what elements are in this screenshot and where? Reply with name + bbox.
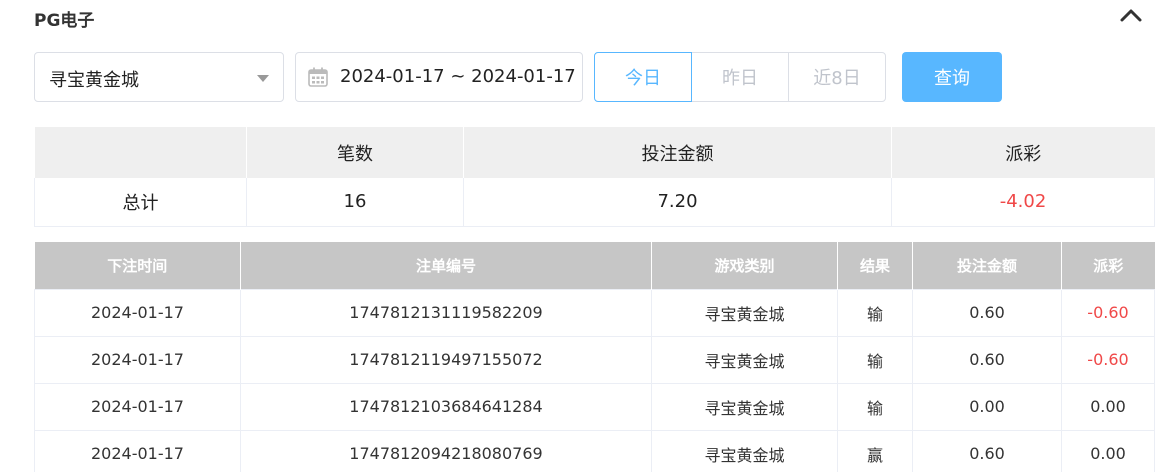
header-game-type: 游戏类别 xyxy=(651,242,838,289)
summary-total-label: 总计 xyxy=(34,178,247,227)
cell-payout: 0.00 xyxy=(1061,429,1155,472)
bet-records-table: 下注时间 注单编号 游戏类别 结果 投注金额 派彩 2024-01-17 174… xyxy=(34,242,1155,472)
section-title: PG电子 xyxy=(34,11,95,31)
date-range-value: 2024-01-17 ~ 2024-01-17 xyxy=(340,66,576,87)
cell-bet: 0.00 xyxy=(912,382,1062,431)
calendar-icon xyxy=(307,66,329,88)
cell-time: 2024-01-17 xyxy=(34,429,241,472)
cell-bet: 0.60 xyxy=(912,429,1062,472)
last-8-days-button[interactable]: 近8日 xyxy=(788,52,886,102)
cell-order-id: 1747812119497155072 xyxy=(240,335,652,384)
cell-time: 2024-01-17 xyxy=(34,382,241,431)
cell-game: 寻宝黄金城 xyxy=(651,429,838,472)
game-select-value: 寻宝黄金城 xyxy=(49,70,139,91)
date-range-picker[interactable]: 2024-01-17 ~ 2024-01-17 xyxy=(295,52,583,102)
table-row: 2024-01-17 1747812094218080769 寻宝黄金城 赢 0… xyxy=(34,429,1155,472)
cell-payout: -0.60 xyxy=(1061,335,1155,384)
header-bet-amount: 投注金额 xyxy=(912,242,1062,289)
query-button[interactable]: 查询 xyxy=(902,52,1002,102)
cell-payout: 0.00 xyxy=(1061,382,1155,431)
header-result: 结果 xyxy=(837,242,913,289)
cell-result: 输 xyxy=(837,288,913,337)
chevron-up-icon[interactable] xyxy=(1118,4,1144,28)
cell-order-id: 1747812131119582209 xyxy=(240,288,652,337)
summary-total-count: 16 xyxy=(246,178,464,227)
summary-total-payout: -4.02 xyxy=(891,178,1155,227)
quick-date-group: 今日 昨日 近8日 xyxy=(594,52,886,102)
summary-header-bet: 投注金额 xyxy=(463,127,892,178)
caret-down-icon xyxy=(257,75,269,82)
cell-result: 赢 xyxy=(837,429,913,472)
summary-total-row: 总计 16 7.20 -4.02 xyxy=(34,178,1155,227)
cell-order-id: 1747812103684641284 xyxy=(240,382,652,431)
filter-bar: 寻宝黄金城 2024-01-17 ~ 2024-01-17 今日 昨日 近8日 … xyxy=(34,52,1154,102)
cell-time: 2024-01-17 xyxy=(34,288,241,337)
cell-payout: -0.60 xyxy=(1061,288,1155,337)
header-payout: 派彩 xyxy=(1061,242,1155,289)
cell-game: 寻宝黄金城 xyxy=(651,382,838,431)
records-header-row: 下注时间 注单编号 游戏类别 结果 投注金额 派彩 xyxy=(34,242,1155,289)
header-order-id: 注单编号 xyxy=(240,242,652,289)
today-button[interactable]: 今日 xyxy=(594,52,692,102)
table-row: 2024-01-17 1747812131119582209 寻宝黄金城 输 0… xyxy=(34,288,1155,337)
summary-total-bet: 7.20 xyxy=(463,178,892,227)
cell-result: 输 xyxy=(837,382,913,431)
summary-header-payout: 派彩 xyxy=(891,127,1155,178)
header-bet-time: 下注时间 xyxy=(34,242,241,289)
cell-order-id: 1747812094218080769 xyxy=(240,429,652,472)
cell-bet: 0.60 xyxy=(912,288,1062,337)
table-row: 2024-01-17 1747812103684641284 寻宝黄金城 输 0… xyxy=(34,382,1155,431)
cell-bet: 0.60 xyxy=(912,335,1062,384)
summary-table: 笔数 投注金额 派彩 总计 16 7.20 -4.02 xyxy=(34,127,1155,227)
yesterday-button[interactable]: 昨日 xyxy=(691,52,789,102)
table-row: 2024-01-17 1747812119497155072 寻宝黄金城 输 0… xyxy=(34,335,1155,384)
cell-game: 寻宝黄金城 xyxy=(651,335,838,384)
summary-header-blank xyxy=(34,127,247,178)
cell-result: 输 xyxy=(837,335,913,384)
game-select[interactable]: 寻宝黄金城 xyxy=(34,52,284,102)
cell-time: 2024-01-17 xyxy=(34,335,241,384)
summary-header-row: 笔数 投注金额 派彩 xyxy=(34,127,1155,178)
cell-game: 寻宝黄金城 xyxy=(651,288,838,337)
section-header: PG电子 xyxy=(34,4,1154,31)
summary-header-count: 笔数 xyxy=(246,127,464,178)
